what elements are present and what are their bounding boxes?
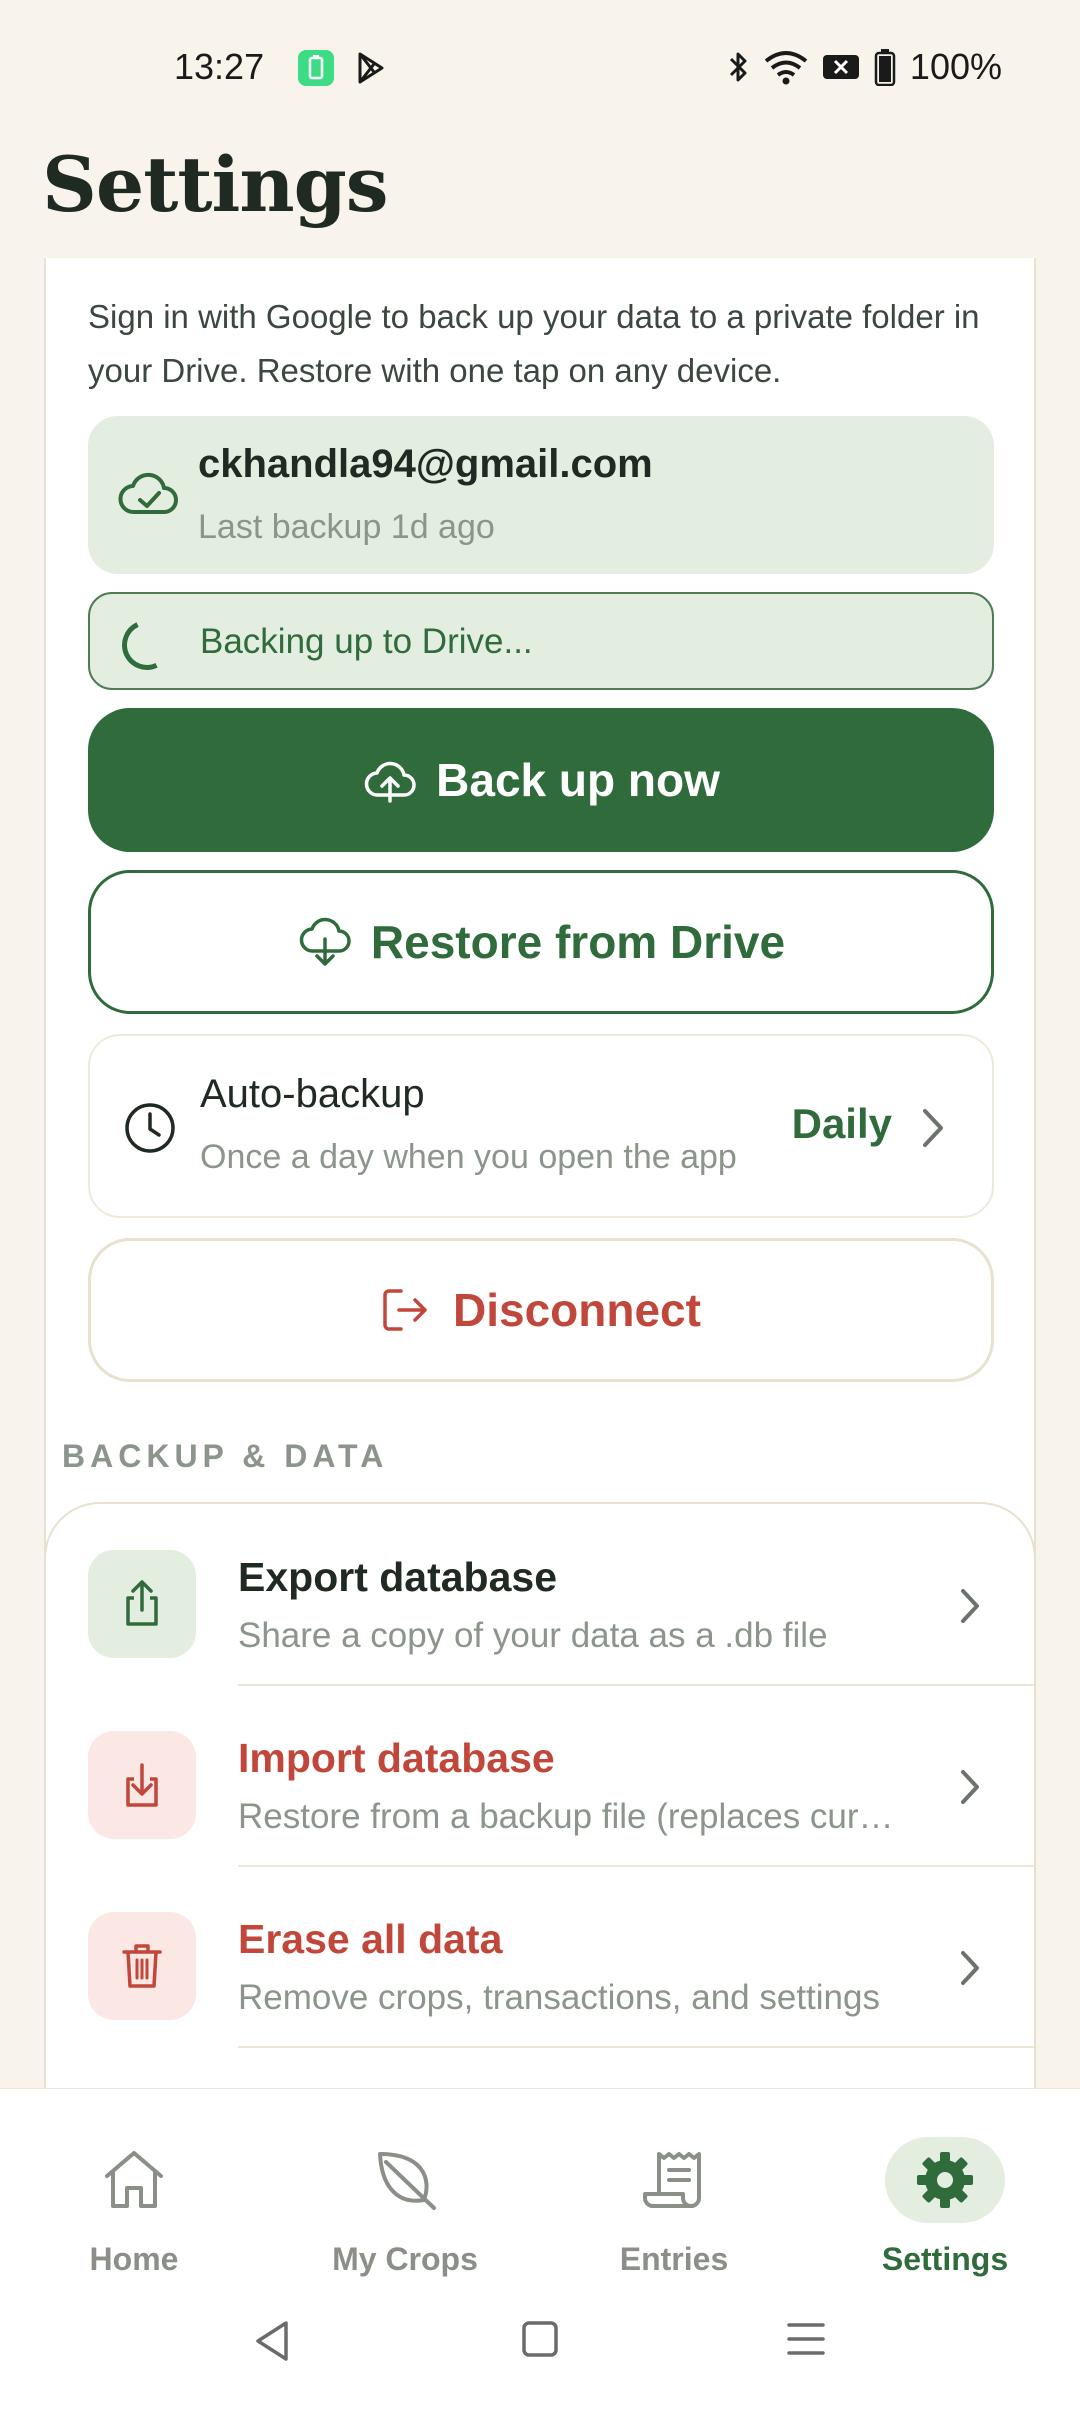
restore-from-drive-button[interactable]: Restore from Drive bbox=[88, 870, 994, 1014]
leaf-icon bbox=[378, 2152, 436, 2210]
back-up-now-label: Back up now bbox=[436, 754, 720, 806]
battery-percent: 100% bbox=[909, 46, 1002, 87]
nav-entries-label: Entries bbox=[619, 2241, 729, 2277]
auto-backup-value: Daily bbox=[791, 1100, 892, 1147]
drive-description: Sign in with Google to back up your data… bbox=[88, 298, 980, 389]
erase-icon-tile bbox=[88, 1912, 196, 2020]
chevron-right-icon bbox=[961, 1770, 979, 1804]
gear-icon bbox=[917, 2152, 973, 2208]
export-database-subtitle: Share a copy of your data as a .db file bbox=[238, 1616, 828, 1655]
nav-home-icon-wrap bbox=[74, 2137, 194, 2223]
settings-scroll-view[interactable]: Sign in with Google to back up your data… bbox=[0, 258, 1080, 2088]
account-email: ckhandla94@gmail.com bbox=[198, 442, 653, 486]
import-database-subtitle: Restore from a backup file (replaces cur… bbox=[238, 1797, 898, 1836]
receipt-icon bbox=[643, 2152, 701, 2208]
cloud-upload-icon bbox=[364, 761, 416, 803]
battery-saver-app-icon bbox=[298, 50, 334, 86]
backup-progress-text: Backing up to Drive... bbox=[200, 622, 533, 661]
chevron-right-icon bbox=[961, 1589, 979, 1623]
auto-backup-subtitle: Once a day when you open the app bbox=[200, 1138, 737, 1176]
loading-spinner-icon bbox=[114, 612, 180, 678]
drive-account-box: ckhandla94@gmail.com Last backup 1d ago bbox=[88, 416, 994, 574]
status-time: 13:27 bbox=[174, 46, 265, 87]
system-menu-icon[interactable] bbox=[786, 2319, 826, 2359]
restore-from-drive-label: Restore from Drive bbox=[370, 916, 786, 968]
download-icon bbox=[126, 1763, 158, 1807]
nav-my-crops[interactable]: My Crops bbox=[305, 2137, 505, 2287]
chevron-right-icon bbox=[961, 1951, 979, 1985]
nav-home-label: Home bbox=[89, 2241, 179, 2277]
disconnect-button[interactable]: Disconnect bbox=[88, 1238, 994, 1382]
row-divider bbox=[238, 2046, 1034, 2048]
backup-data-section-header: BACKUP & DATA bbox=[62, 1438, 389, 1474]
nav-settings[interactable]: Settings bbox=[845, 2137, 1045, 2287]
backup-progress-banner: Backing up to Drive... bbox=[88, 592, 994, 690]
import-database-row[interactable]: Import database Restore from a backup fi… bbox=[46, 1685, 1038, 1865]
export-database-row[interactable]: Export database Share a copy of your dat… bbox=[46, 1504, 1038, 1684]
nav-my-crops-label: My Crops bbox=[332, 2241, 478, 2277]
system-back-icon[interactable] bbox=[252, 2319, 292, 2363]
page-title: Settings bbox=[42, 140, 389, 229]
nav-home[interactable]: Home bbox=[34, 2137, 234, 2287]
disconnect-label: Disconnect bbox=[453, 1284, 701, 1336]
play-store-icon bbox=[358, 52, 384, 84]
chevron-right-icon bbox=[923, 1109, 943, 1147]
system-home-icon[interactable] bbox=[520, 2319, 560, 2359]
share-icon bbox=[126, 1580, 158, 1626]
trash-icon bbox=[122, 1944, 162, 1988]
last-backup-text: Last backup 1d ago bbox=[198, 508, 495, 546]
home-icon bbox=[105, 2151, 163, 2208]
cloud-check-icon bbox=[118, 472, 178, 515]
cloud-download-icon bbox=[299, 917, 351, 966]
status-bar: 13:27 100% bbox=[0, 0, 1080, 138]
nav-settings-icon-wrap bbox=[885, 2137, 1005, 2223]
back-up-now-button[interactable]: Back up now bbox=[88, 708, 994, 852]
no-sim-icon bbox=[822, 55, 859, 79]
auto-backup-row[interactable]: Auto-backup Once a day when you open the… bbox=[88, 1034, 994, 1218]
nav-my-crops-icon-wrap bbox=[345, 2137, 465, 2223]
import-database-title: Import database bbox=[238, 1735, 555, 1781]
erase-all-data-subtitle: Remove crops, transactions, and settings bbox=[238, 1978, 880, 2017]
import-icon-tile bbox=[88, 1731, 196, 1839]
bottom-navigation: Home My Crops Entries Settings bbox=[0, 2088, 1080, 2412]
export-icon-tile bbox=[88, 1550, 196, 1658]
erase-all-data-title: Erase all data bbox=[238, 1916, 503, 1962]
backup-data-card: Export database Share a copy of your dat… bbox=[44, 1502, 1036, 2088]
nav-entries[interactable]: Entries bbox=[574, 2137, 774, 2287]
erase-all-data-row[interactable]: Erase all data Remove crops, transaction… bbox=[46, 1866, 1038, 2046]
logout-icon bbox=[383, 1289, 427, 1331]
clock-icon bbox=[125, 1103, 175, 1153]
auto-backup-title: Auto-backup bbox=[200, 1072, 425, 1116]
status-icons: 100% bbox=[728, 46, 1002, 88]
battery-icon bbox=[874, 49, 896, 86]
export-database-title: Export database bbox=[238, 1554, 557, 1600]
system-navigation-bar bbox=[0, 2319, 1080, 2379]
nav-settings-label: Settings bbox=[881, 2241, 1009, 2277]
nav-entries-icon-wrap bbox=[614, 2137, 734, 2223]
bluetooth-icon bbox=[729, 52, 747, 82]
wifi-icon bbox=[764, 51, 808, 85]
